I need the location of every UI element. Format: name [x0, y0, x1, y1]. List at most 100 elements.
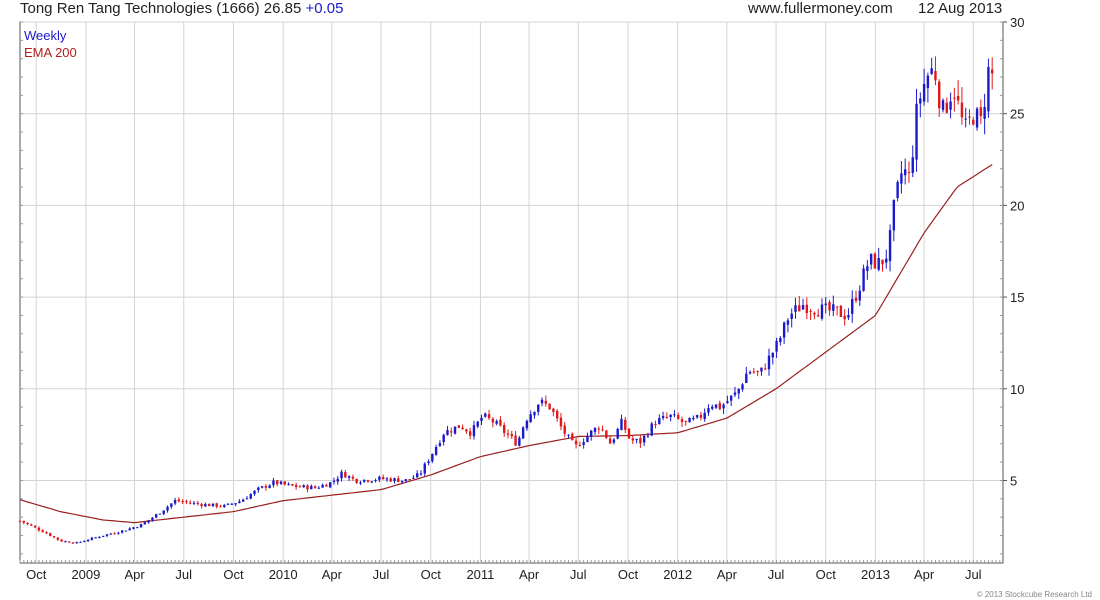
price-chart: 5 10 15 20 25 30 Oct 2009 Apr Jul Oct 2010 Apr Jul Oct…	[18, 15, 1024, 582]
candle-body	[52, 536, 56, 538]
candle-body	[26, 522, 29, 525]
x-tick-label: Oct	[421, 567, 442, 582]
candle-body	[782, 322, 786, 338]
candle-body	[938, 81, 941, 109]
candle-body	[472, 425, 476, 437]
candle-body	[548, 403, 551, 410]
candle-body	[684, 420, 687, 422]
candle-body	[461, 427, 464, 430]
candle-body	[718, 403, 722, 410]
candle-body	[737, 388, 740, 394]
candle-body	[317, 487, 321, 489]
candle-body	[767, 355, 771, 370]
candle-body	[911, 157, 914, 173]
candle-body	[533, 411, 536, 416]
legend-ema200: EMA 200	[24, 45, 77, 60]
candle-body	[381, 477, 385, 479]
candle-body	[268, 485, 271, 488]
x-tick-label: Jul	[175, 567, 192, 582]
x-tick-label: Apr	[124, 567, 145, 582]
candle-body	[631, 438, 635, 441]
candle-body	[733, 392, 737, 395]
candle-body	[385, 478, 389, 480]
candle-body	[828, 302, 831, 311]
candle-body	[873, 253, 877, 269]
candle-body	[506, 433, 510, 435]
candle-body	[729, 395, 733, 401]
candle-body	[120, 530, 124, 533]
x-tick-label: Jul	[768, 567, 785, 582]
candle-body	[189, 502, 192, 504]
candle-body	[677, 414, 680, 419]
candle-body	[230, 503, 234, 505]
candle-body	[170, 503, 173, 507]
x-tick-label: Jul	[965, 567, 982, 582]
candle-body	[298, 486, 302, 488]
candle-body	[226, 503, 230, 505]
candle-body	[374, 480, 377, 482]
candle-body	[794, 305, 797, 312]
candle-body	[86, 540, 90, 542]
candle-body	[801, 305, 805, 310]
copyright-notice: © 2013 Stockcube Research Ltd	[976, 590, 1092, 599]
candle-body	[310, 486, 313, 490]
candle-body	[945, 102, 948, 113]
candle-body	[892, 199, 896, 231]
candle-body	[173, 499, 177, 504]
candle-body	[45, 532, 48, 534]
candle-body	[158, 513, 162, 515]
x-tick-label: Oct	[223, 567, 244, 582]
candle-body	[389, 478, 392, 482]
y-tick-label: 15	[1010, 290, 1024, 305]
candle-body	[446, 430, 449, 436]
candle-body	[563, 425, 566, 434]
candle-body	[18, 520, 22, 522]
candle-body	[975, 108, 979, 128]
candle-body	[366, 480, 370, 482]
candle-body	[257, 487, 260, 491]
candle-body	[888, 230, 892, 262]
candle-body	[798, 305, 801, 312]
candle-body	[835, 306, 839, 308]
candle-body	[510, 434, 513, 437]
candle-body	[71, 542, 75, 544]
candle-body	[578, 445, 582, 447]
candle-body	[612, 439, 616, 443]
candle-body	[355, 478, 358, 483]
candle-body	[605, 430, 608, 439]
candle-body	[192, 502, 196, 504]
candle-body	[185, 501, 188, 503]
candle-body	[665, 416, 669, 418]
candle-body	[241, 499, 245, 502]
candle-body	[359, 482, 362, 484]
candle-body	[238, 501, 241, 504]
candle-body	[934, 71, 937, 81]
candle-body	[703, 412, 706, 420]
candle-body	[764, 368, 767, 370]
x-tick-label: 2009	[71, 567, 100, 582]
candle-body	[64, 541, 67, 543]
candle-body	[805, 304, 809, 314]
candle-body	[378, 476, 381, 480]
candle-body	[102, 535, 105, 537]
candle-body	[752, 371, 756, 373]
candle-body	[397, 478, 400, 482]
candle-body	[321, 484, 324, 488]
candle-body	[990, 69, 994, 74]
candle-body	[555, 410, 559, 419]
candle-body	[22, 520, 25, 523]
candle-body	[695, 415, 699, 418]
candle-body	[540, 399, 544, 404]
x-tick-label: Oct	[816, 567, 837, 582]
candle-body	[154, 514, 158, 518]
candle-body	[196, 502, 199, 504]
candle-body	[820, 304, 824, 319]
candle-body	[624, 419, 627, 430]
candle-body	[941, 100, 945, 110]
candle-body	[919, 98, 922, 104]
y-tick-label: 25	[1010, 107, 1024, 122]
candle-body	[926, 75, 930, 89]
candle-body	[669, 414, 672, 418]
candle-body	[75, 542, 78, 544]
candle-body	[332, 480, 336, 482]
